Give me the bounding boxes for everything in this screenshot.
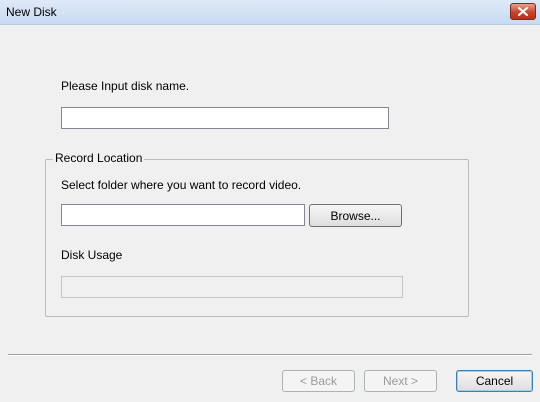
title-bar: New Disk xyxy=(0,0,540,25)
folder-prompt: Select folder where you want to record v… xyxy=(61,178,302,192)
back-button[interactable]: < Back xyxy=(282,370,355,392)
disk-name-prompt: Please Input disk name. xyxy=(61,79,190,93)
disk-usage-label: Disk Usage xyxy=(61,248,123,262)
close-icon xyxy=(518,7,528,16)
window-title: New Disk xyxy=(6,5,57,19)
folder-path-input[interactable] xyxy=(61,204,305,226)
disk-name-input[interactable] xyxy=(61,107,389,129)
cancel-button[interactable]: Cancel xyxy=(456,370,533,392)
next-button[interactable]: Next > xyxy=(364,370,437,392)
record-location-label: Record Location xyxy=(53,151,145,165)
close-button[interactable] xyxy=(510,3,536,20)
footer-separator xyxy=(8,354,532,356)
browse-button[interactable]: Browse... xyxy=(309,204,402,227)
disk-usage-field xyxy=(61,276,403,298)
